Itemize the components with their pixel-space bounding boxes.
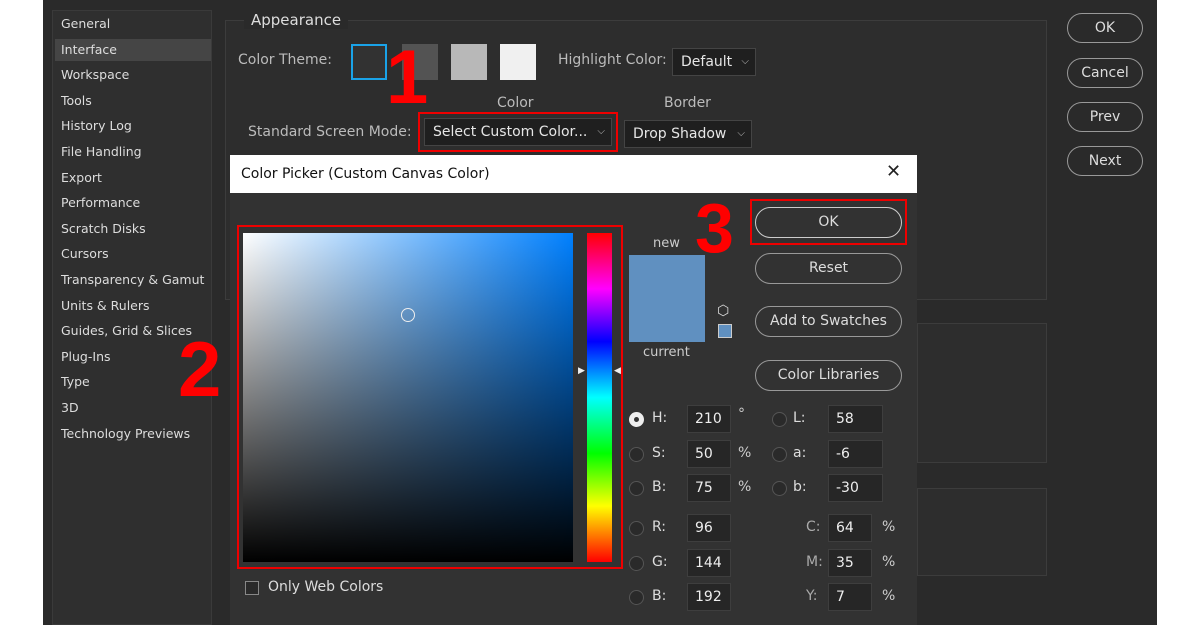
theme-swatch-light[interactable]: [500, 44, 536, 80]
input-lab-L[interactable]: 58: [828, 405, 883, 433]
input-lab-b[interactable]: -30: [828, 474, 883, 502]
screen-mode-label: Standard Screen Mode:: [248, 124, 412, 140]
input-hsb-s[interactable]: 50: [687, 440, 731, 468]
add-to-swatches-button[interactable]: Add to Swatches: [755, 306, 902, 337]
cube-icon: ⬡: [717, 303, 730, 319]
input-hsb-h[interactable]: 210: [687, 405, 731, 433]
label-cmyk-y: Y:: [806, 588, 818, 604]
annotation-box-2: [237, 225, 623, 569]
next-button[interactable]: Next: [1067, 146, 1143, 176]
cancel-button[interactable]: Cancel: [1067, 58, 1143, 88]
sidebar-item-export[interactable]: Export: [61, 167, 211, 189]
label-hsb-s: S:: [652, 445, 666, 461]
sidebar-item-general[interactable]: General: [61, 13, 211, 35]
input-rgb-g[interactable]: 144: [687, 549, 731, 577]
sidebar-item-workspace[interactable]: Workspace: [61, 64, 211, 86]
dialog-title: Color Picker (Custom Canvas Color): [230, 155, 917, 193]
sidebar-item-cursors[interactable]: Cursors: [61, 243, 211, 265]
unit-hsb-s: %: [738, 445, 752, 461]
unit-hsb-h: °: [738, 406, 745, 422]
current-label: current: [643, 345, 690, 360]
unit-cmyk-c: %: [882, 519, 896, 535]
input-cmyk-y[interactable]: 7: [828, 583, 872, 611]
sidebar-item-units-rulers[interactable]: Units & Rulers: [61, 295, 211, 317]
radio-rgb-r[interactable]: [629, 521, 644, 536]
input-cmyk-c[interactable]: 64: [828, 514, 872, 542]
options-panel: [917, 323, 1047, 463]
annotation-step-1: 1: [386, 35, 429, 120]
input-cmyk-m[interactable]: 35: [828, 549, 872, 577]
border-column-header: Border: [664, 95, 711, 111]
sidebar-item-history-log[interactable]: History Log: [61, 115, 211, 137]
radio-hsb-h[interactable]: [629, 412, 644, 427]
sidebar-item-interface[interactable]: Interface: [55, 38, 211, 61]
radio-lab-L[interactable]: [772, 412, 787, 427]
radio-lab-a[interactable]: [772, 447, 787, 462]
label-hsb-h: H:: [652, 410, 668, 426]
highlight-color-label: Highlight Color:: [558, 52, 667, 68]
unit-cmyk-y: %: [882, 588, 896, 604]
new-color-swatch: [629, 255, 705, 342]
sidebar-item-technology-previews[interactable]: Technology Previews: [61, 423, 211, 445]
label-rgb-r: R:: [652, 519, 667, 535]
chevron-down-icon: ⌵: [741, 56, 749, 67]
radio-rgb-b[interactable]: [629, 590, 644, 605]
radio-lab-b[interactable]: [772, 481, 787, 496]
radio-rgb-g[interactable]: [629, 556, 644, 571]
reset-button[interactable]: Reset: [755, 253, 902, 284]
annotation-step-2: 2: [178, 325, 222, 413]
highlight-value: Default: [681, 54, 733, 70]
only-web-colors-label: Only Web Colors: [268, 579, 384, 595]
label-hsb-b: B:: [652, 479, 667, 495]
label-cmyk-m: M:: [806, 554, 823, 570]
new-label: new: [653, 236, 680, 251]
sidebar-item-performance[interactable]: Performance: [61, 192, 211, 214]
appearance-title: Appearance: [244, 11, 349, 29]
chevron-down-icon: ⌵: [737, 128, 745, 139]
close-icon[interactable]: ✕: [886, 161, 901, 182]
color-libraries-button[interactable]: Color Libraries: [755, 360, 902, 391]
input-rgb-r[interactable]: 96: [687, 514, 731, 542]
options-panel-2: [917, 488, 1047, 576]
only-web-colors-checkbox[interactable]: [245, 581, 259, 595]
input-lab-a[interactable]: -6: [828, 440, 883, 468]
sidebar-item-tools[interactable]: Tools: [61, 90, 211, 112]
radio-hsb-b[interactable]: [629, 481, 644, 496]
web-safe-swatch[interactable]: [718, 324, 732, 338]
label-rgb-b: B:: [652, 588, 667, 604]
theme-swatch-medium-light[interactable]: [451, 44, 487, 80]
radio-hsb-s[interactable]: [629, 447, 644, 462]
sidebar: General Interface Workspace Tools History Lo…: [52, 10, 212, 625]
input-hsb-b[interactable]: 75: [687, 474, 731, 502]
color-column-header: Color: [497, 95, 534, 111]
sidebar-item-transparency-gamut[interactable]: Transparency & Gamut: [61, 269, 211, 291]
theme-swatch-dark[interactable]: [351, 44, 387, 80]
sidebar-item-scratch-disks[interactable]: Scratch Disks: [61, 218, 211, 240]
label-lab-b: b:: [793, 479, 807, 495]
annotation-step-3: 3: [695, 189, 734, 267]
label-lab-a: a:: [793, 445, 807, 461]
label-cmyk-c: C:: [806, 519, 821, 535]
unit-hsb-b: %: [738, 479, 752, 495]
ok-button[interactable]: OK: [1067, 13, 1143, 43]
screen-mode-border-dropdown[interactable]: Drop Shadow ⌵: [624, 120, 752, 148]
sidebar-item-file-handling[interactable]: File Handling: [61, 141, 211, 163]
color-picker-dialog: Color Picker (Custom Canvas Color) ✕ ▶ ◀…: [178, 155, 917, 625]
label-lab-L: L:: [793, 410, 806, 426]
annotation-box-1: [418, 112, 618, 152]
highlight-color-dropdown[interactable]: Default ⌵: [672, 48, 756, 76]
screen-mode-border-value: Drop Shadow: [633, 126, 727, 142]
label-rgb-g: G:: [652, 554, 668, 570]
input-rgb-b[interactable]: 192: [687, 583, 731, 611]
unit-cmyk-m: %: [882, 554, 896, 570]
annotation-box-3: [750, 199, 907, 245]
prev-button[interactable]: Prev: [1067, 102, 1143, 132]
color-theme-label: Color Theme:: [238, 52, 333, 68]
